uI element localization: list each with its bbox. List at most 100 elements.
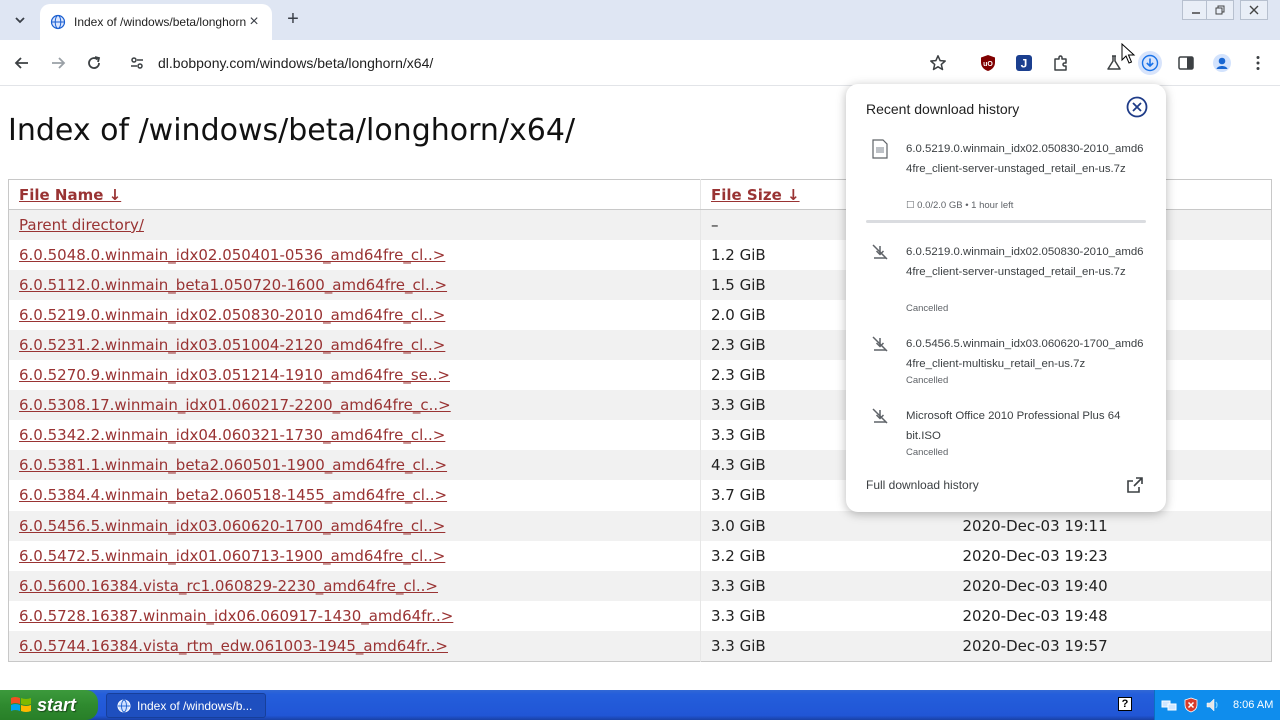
file-name-cell: 6.0.5219.0.winmain_idx02.050830-2010_amd…: [8, 299, 701, 330]
download-filename: Microsoft Office 2010 Professional Plus …: [906, 410, 1121, 442]
ublock-extension-button[interactable]: uO: [976, 51, 1000, 75]
file-size-cell: 3.3 GiB: [711, 606, 766, 625]
file-link[interactable]: 6.0.5219.0.winmain_idx02.050830-2010_amd…: [19, 306, 445, 324]
restore-button[interactable]: [1206, 0, 1234, 20]
file-name-cell: 6.0.5048.0.winmain_idx02.050401-0536_amd…: [8, 239, 701, 270]
file-size-cell: 3.2 GiB: [711, 546, 766, 565]
open-in-new-icon[interactable]: [1126, 476, 1144, 494]
file-name-cell: 6.0.5112.0.winmain_beta1.050720-1600_amd…: [8, 269, 701, 300]
file-icon: [871, 139, 889, 159]
file-name-cell: 6.0.5744.16384.vista_rtm_edw.061003-1945…: [8, 630, 701, 661]
download-filename: 6.0.5219.0.winmain_idx02.050830-2010_amd…: [906, 143, 1144, 175]
profile-button[interactable]: [1210, 51, 1234, 75]
download-status: ☐ 0.0/2.0 GB • 1 hour left: [906, 200, 1014, 211]
file-link[interactable]: 6.0.5112.0.winmain_beta1.050720-1600_amd…: [19, 276, 447, 294]
file-name-cell: 6.0.5728.16387.winmain_idx06.060917-1430…: [8, 600, 701, 631]
file-name-cell: 6.0.5600.16384.vista_rc1.060829-2230_amd…: [8, 570, 701, 601]
system-tray: 8:06 AM: [1154, 690, 1280, 720]
start-button[interactable]: start: [0, 690, 98, 720]
site-info-button[interactable]: [126, 52, 148, 74]
file-size-cell: 3.3 GiB: [700, 630, 953, 661]
svg-text:J: J: [1021, 57, 1028, 71]
page-title: Index of /windows/beta/longhorn/x64/: [8, 113, 576, 148]
tab-close-button[interactable]: ×: [246, 13, 262, 30]
file-link[interactable]: 6.0.5381.1.winmain_beta2.060501-1900_amd…: [19, 456, 447, 474]
parent-directory-link[interactable]: Parent directory/: [19, 216, 144, 234]
url-text[interactable]: dl.bobpony.com/windows/beta/longhorn/x64…: [158, 55, 433, 71]
downloads-title: Recent download history: [866, 101, 1020, 117]
downloads-bubble: Recent download history 6.0.5219.0.winma…: [846, 84, 1166, 512]
menu-button[interactable]: [1246, 51, 1270, 75]
sort-by-name-link[interactable]: File Name ↓: [19, 186, 121, 204]
file-name-cell: 6.0.5231.2.winmain_idx03.051004-2120_amd…: [8, 329, 701, 361]
file-link[interactable]: 6.0.5384.4.winmain_beta2.060518-1455_amd…: [19, 486, 447, 504]
file-date-cell: 2020-Dec-03 19:57: [952, 630, 1272, 661]
shield-icon: uO: [981, 55, 995, 71]
mouse-cursor-icon: [1121, 43, 1136, 64]
taskbar: start Index of /windows/b... ? 8:06 AM: [0, 690, 1280, 720]
file-name-cell: 6.0.5270.9.winmain_idx03.051214-1910_amd…: [8, 360, 701, 391]
taskbar-window-button[interactable]: Index of /windows/b...: [106, 693, 266, 718]
restore-icon: [1215, 5, 1225, 15]
close-icon[interactable]: [1126, 96, 1148, 118]
file-name-cell: 6.0.5308.17.winmain_idx01.060217-2200_am…: [8, 390, 701, 421]
arrow-left-icon: [14, 57, 28, 69]
minimize-icon: [1192, 12, 1200, 14]
full-download-history-link[interactable]: Full download history: [866, 478, 979, 492]
download-filename: 6.0.5456.5.winmain_idx03.060620-1700_amd…: [906, 338, 1144, 370]
close-window-button[interactable]: [1240, 0, 1268, 20]
file-link[interactable]: 6.0.5600.16384.vista_rc1.060829-2230_amd…: [19, 577, 438, 595]
chevron-down-icon: [15, 17, 25, 24]
download-off-icon: [871, 242, 889, 262]
file-link[interactable]: 6.0.5308.17.winmain_idx01.060217-2200_am…: [19, 396, 451, 414]
volume-icon[interactable]: [1205, 697, 1221, 713]
bookmark-button[interactable]: [926, 51, 950, 75]
windows-logo-icon: [11, 697, 31, 712]
file-name-cell: 6.0.5456.5.winmain_idx03.060620-1700_amd…: [8, 510, 701, 541]
file-name-cell: Parent directory/: [8, 209, 701, 240]
avatar-icon: [1213, 54, 1231, 72]
download-status: Cancelled: [906, 447, 949, 458]
file-name-cell: 6.0.5384.4.winmain_beta2.060518-1455_amd…: [8, 480, 701, 511]
reload-button[interactable]: [82, 51, 106, 75]
download-icon: [1141, 54, 1159, 72]
security-alert-icon[interactable]: [1183, 697, 1199, 713]
file-link[interactable]: 6.0.5456.5.winmain_idx03.060620-1700_amd…: [19, 517, 445, 535]
file-link[interactable]: 6.0.5231.2.winmain_idx03.051004-2120_amd…: [19, 336, 445, 354]
file-link[interactable]: 6.0.5270.9.winmain_idx03.051214-1910_amd…: [19, 366, 450, 384]
browser-tab[interactable]: Index of /windows/beta/longhorn ×: [40, 4, 272, 40]
extensions-button[interactable]: [1049, 51, 1073, 75]
back-button[interactable]: [10, 51, 34, 75]
file-size-cell: 3.3 GiB: [700, 570, 953, 601]
table-row: 6.0.5600.16384.vista_rc1.060829-2230_amd…: [8, 570, 1272, 601]
star-icon: [930, 55, 946, 71]
help-icon[interactable]: ?: [1118, 697, 1132, 711]
browser-toolbar: dl.bobpony.com/windows/beta/longhorn/x64…: [0, 40, 1280, 86]
side-panel-button[interactable]: [1174, 51, 1198, 75]
file-link[interactable]: 6.0.5472.5.winmain_idx01.060713-1900_amd…: [19, 547, 445, 565]
arrow-right-icon: [52, 57, 66, 69]
network-icon[interactable]: [1161, 697, 1177, 713]
downloads-button[interactable]: [1138, 51, 1162, 75]
table-row: 6.0.5744.16384.vista_rtm_edw.061003-1945…: [8, 630, 1272, 661]
more-vert-icon: [1256, 56, 1260, 70]
table-row: 6.0.5456.5.winmain_idx03.060620-1700_amd…: [8, 510, 1272, 541]
file-link[interactable]: 6.0.5342.2.winmain_idx04.060321-1730_amd…: [19, 426, 445, 444]
download-status: Cancelled: [906, 303, 949, 314]
svg-text:uO: uO: [983, 61, 993, 68]
address-bar[interactable]: dl.bobpony.com/windows/beta/longhorn/x64…: [116, 46, 966, 80]
file-link[interactable]: 6.0.5728.16387.winmain_idx06.060917-1430…: [19, 607, 453, 625]
column-header-name: File Name ↓: [8, 179, 701, 211]
file-link[interactable]: 6.0.5744.16384.vista_rtm_edw.061003-1945…: [19, 637, 448, 655]
forward-button[interactable]: [46, 51, 70, 75]
file-link[interactable]: 6.0.5048.0.winmain_idx02.050401-0536_amd…: [19, 246, 445, 264]
tab-title: Index of /windows/beta/longhorn: [74, 15, 246, 29]
download-status: Cancelled: [906, 375, 949, 386]
extension-logo-icon: J: [1016, 55, 1032, 71]
extension-j-button[interactable]: J: [1012, 51, 1036, 75]
sort-by-size-link[interactable]: File Size ↓: [711, 186, 800, 204]
new-tab-button[interactable]: +: [282, 8, 304, 30]
file-name-cell: 6.0.5472.5.winmain_idx01.060713-1900_amd…: [8, 540, 701, 571]
globe-icon: [50, 14, 66, 30]
tab-search-button[interactable]: [8, 8, 32, 32]
